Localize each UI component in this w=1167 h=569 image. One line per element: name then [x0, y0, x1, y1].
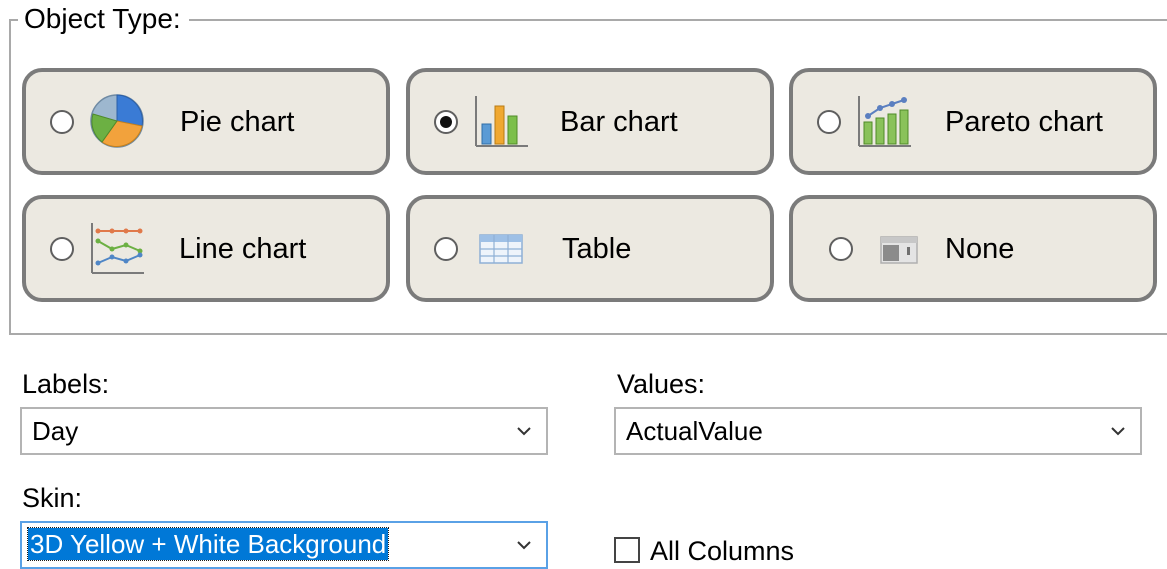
- none-radio[interactable]: [829, 237, 853, 261]
- pie-chart-radio[interactable]: [50, 110, 74, 134]
- line-chart-radio[interactable]: [50, 237, 74, 261]
- table-radio[interactable]: [434, 237, 458, 261]
- option-none[interactable]: None: [789, 195, 1157, 302]
- skin-selected-value: 3D Yellow + White Background: [26, 527, 390, 561]
- none-icon: [880, 236, 918, 264]
- option-line-chart[interactable]: Line chart: [22, 195, 390, 302]
- pareto-chart-radio[interactable]: [817, 110, 841, 134]
- skin-dropdown[interactable]: 3D Yellow + White Background: [20, 521, 548, 569]
- labels-selected-value: Day: [32, 416, 79, 446]
- line-chart-icon: [91, 223, 144, 274]
- chevron-down-icon[interactable]: [512, 419, 536, 443]
- labels-label: Labels:: [22, 369, 110, 399]
- bar-chart-icon: [475, 96, 528, 147]
- pie-chart-label: Pie chart: [180, 106, 295, 138]
- all-columns-checkbox[interactable]: [614, 537, 640, 563]
- skin-label: Skin:: [22, 483, 83, 513]
- option-pie-chart[interactable]: Pie chart: [22, 68, 390, 175]
- option-bar-chart[interactable]: Bar chart: [406, 68, 774, 175]
- chevron-down-icon[interactable]: [1106, 419, 1130, 443]
- table-icon: [479, 234, 523, 264]
- labels-dropdown[interactable]: Day: [20, 407, 548, 455]
- values-label: Values:: [617, 369, 706, 399]
- values-dropdown[interactable]: ActualValue: [614, 407, 1142, 455]
- bar-chart-radio[interactable]: [434, 110, 458, 134]
- line-chart-label: Line chart: [179, 233, 307, 265]
- table-label: Table: [562, 233, 632, 265]
- all-columns-label: All Columns: [650, 536, 795, 566]
- none-label: None: [945, 233, 1015, 265]
- values-selected-value: ActualValue: [626, 416, 763, 446]
- pareto-chart-icon: [858, 96, 911, 147]
- chevron-down-icon[interactable]: [512, 533, 536, 557]
- pareto-chart-label: Pareto chart: [945, 106, 1103, 138]
- pie-chart-icon: [90, 94, 144, 148]
- object-type-title: Object Type:: [18, 2, 189, 36]
- bar-chart-label: Bar chart: [560, 106, 678, 138]
- option-pareto-chart[interactable]: Pareto chart: [789, 68, 1157, 175]
- option-table[interactable]: Table: [406, 195, 774, 302]
